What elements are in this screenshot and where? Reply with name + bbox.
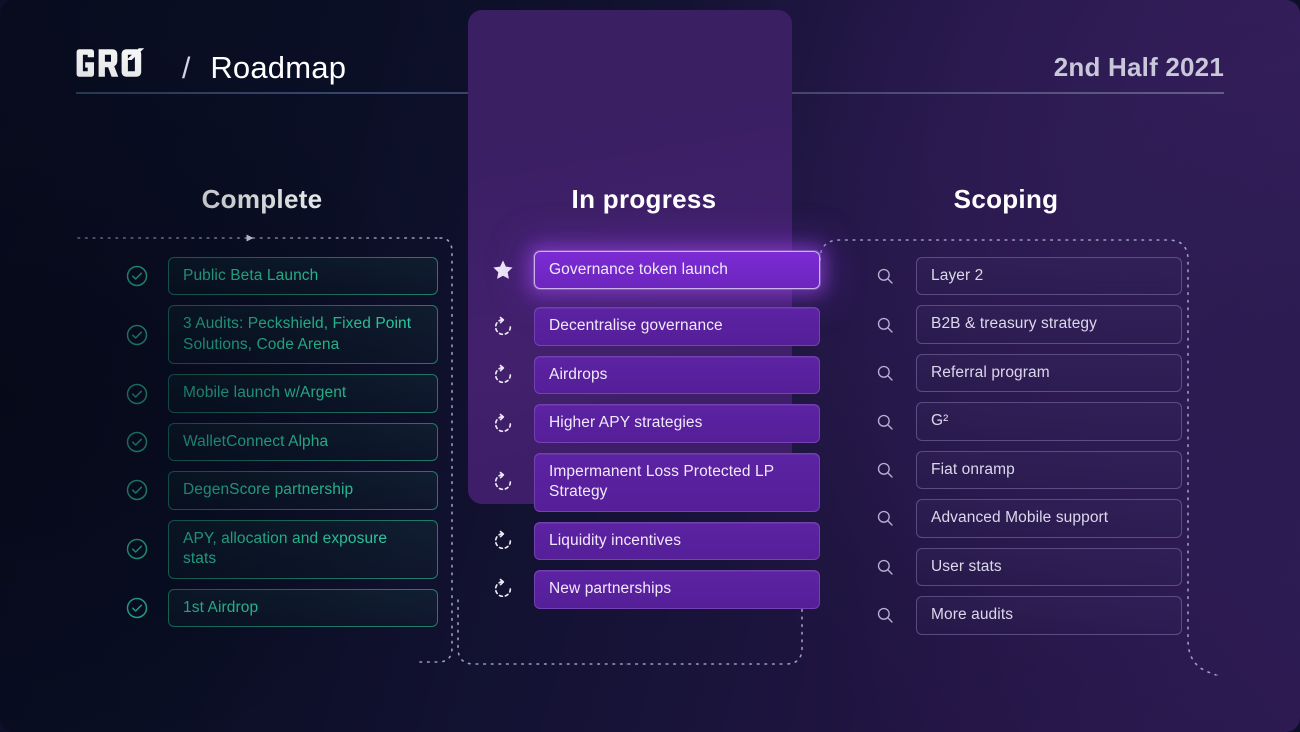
list-item-label: Layer 2	[916, 257, 1182, 295]
star-icon	[490, 257, 516, 283]
rotate-ccw-icon	[490, 528, 516, 554]
list-item[interactable]: Higher APY strategies	[490, 404, 820, 442]
check-circle-icon	[124, 381, 150, 407]
list-item[interactable]: APY, allocation and exposure stats	[124, 520, 438, 579]
search-icon	[872, 602, 898, 628]
check-circle-icon	[124, 595, 150, 621]
header-left-group: / Roadmap	[76, 48, 346, 86]
search-icon	[872, 409, 898, 435]
column-title-in-progress: In progress	[468, 184, 820, 215]
list-item-featured[interactable]: Governance token launch	[490, 251, 820, 289]
rotate-ccw-icon	[490, 362, 516, 388]
list-item-label: APY, allocation and exposure stats	[168, 520, 438, 579]
scoping-item-list: Layer 2 B2B & treasury strategy	[830, 257, 1182, 645]
check-circle-icon	[124, 263, 150, 289]
list-item-label: Governance token launch	[534, 251, 820, 289]
list-item[interactable]: Layer 2	[872, 257, 1182, 295]
column-complete: Complete Public Beta Launch	[86, 150, 438, 637]
list-item[interactable]: 1st Airdrop	[124, 589, 438, 627]
list-item[interactable]: WalletConnect Alpha	[124, 423, 438, 461]
header-separator: /	[182, 52, 190, 86]
list-item-label: 3 Audits: Peckshield, Fixed Point Soluti…	[168, 305, 438, 364]
list-item-label: Advanced Mobile support	[916, 499, 1182, 537]
list-item[interactable]: Fiat onramp	[872, 451, 1182, 489]
search-icon	[872, 554, 898, 580]
list-item[interactable]: Airdrops	[490, 356, 820, 394]
roadmap-canvas: / Roadmap 2nd Half 2021 Complete	[0, 0, 1300, 732]
column-title-complete: Complete	[86, 184, 438, 215]
search-icon	[872, 360, 898, 386]
search-icon	[872, 457, 898, 483]
roadmap-columns: Complete Public Beta Launch	[0, 150, 1300, 710]
rotate-ccw-icon	[490, 469, 516, 495]
list-item[interactable]: G²	[872, 402, 1182, 440]
search-icon	[872, 263, 898, 289]
list-item[interactable]: Mobile launch w/Argent	[124, 374, 438, 412]
list-item-label: Decentralise governance	[534, 307, 820, 345]
list-item-label: Impermanent Loss Protected LP Strategy	[534, 453, 820, 512]
page-title: Roadmap	[210, 50, 346, 86]
in-progress-item-list: Governance token launch Decentralise gov…	[468, 251, 820, 619]
list-item[interactable]: B2B & treasury strategy	[872, 305, 1182, 343]
list-item[interactable]: Liquidity incentives	[490, 522, 820, 560]
column-in-progress: In progress Governance token launch	[468, 150, 820, 619]
list-item[interactable]: New partnerships	[490, 570, 820, 608]
list-item-label: Referral program	[916, 354, 1182, 392]
list-item-label: WalletConnect Alpha	[168, 423, 438, 461]
list-item[interactable]: Impermanent Loss Protected LP Strategy	[490, 453, 820, 512]
list-item-label: Airdrops	[534, 356, 820, 394]
check-circle-icon	[124, 322, 150, 348]
list-item[interactable]: 3 Audits: Peckshield, Fixed Point Soluti…	[124, 305, 438, 364]
list-item[interactable]: More audits	[872, 596, 1182, 634]
list-item-label: Liquidity incentives	[534, 522, 820, 560]
list-item-label: Fiat onramp	[916, 451, 1182, 489]
list-item[interactable]: Referral program	[872, 354, 1182, 392]
gro-logo	[76, 48, 158, 78]
list-item-label: G²	[916, 402, 1182, 440]
check-circle-icon	[124, 429, 150, 455]
list-item[interactable]: Decentralise governance	[490, 307, 820, 345]
list-item-label: New partnerships	[534, 570, 820, 608]
list-item-label: DegenScore partnership	[168, 471, 438, 509]
period-label: 2nd Half 2021	[1054, 52, 1224, 83]
list-item[interactable]: DegenScore partnership	[124, 471, 438, 509]
list-item-label: Mobile launch w/Argent	[168, 374, 438, 412]
list-item[interactable]: User stats	[872, 548, 1182, 586]
column-title-scoping: Scoping	[830, 184, 1182, 215]
list-item-label: B2B & treasury strategy	[916, 305, 1182, 343]
list-item-label: More audits	[916, 596, 1182, 634]
list-item[interactable]: Public Beta Launch	[124, 257, 438, 295]
check-circle-icon	[124, 477, 150, 503]
list-item-label: Public Beta Launch	[168, 257, 438, 295]
complete-item-list: Public Beta Launch 3 Audits: Peckshield,…	[86, 257, 438, 637]
column-scoping: Scoping Layer 2 B2	[830, 150, 1182, 645]
list-item-label: User stats	[916, 548, 1182, 586]
search-icon	[872, 505, 898, 531]
list-item[interactable]: Advanced Mobile support	[872, 499, 1182, 537]
check-circle-icon	[124, 536, 150, 562]
rotate-ccw-icon	[490, 411, 516, 437]
search-icon	[872, 312, 898, 338]
rotate-ccw-icon	[490, 576, 516, 602]
list-item-label: 1st Airdrop	[168, 589, 438, 627]
list-item-label: Higher APY strategies	[534, 404, 820, 442]
rotate-ccw-icon	[490, 314, 516, 340]
